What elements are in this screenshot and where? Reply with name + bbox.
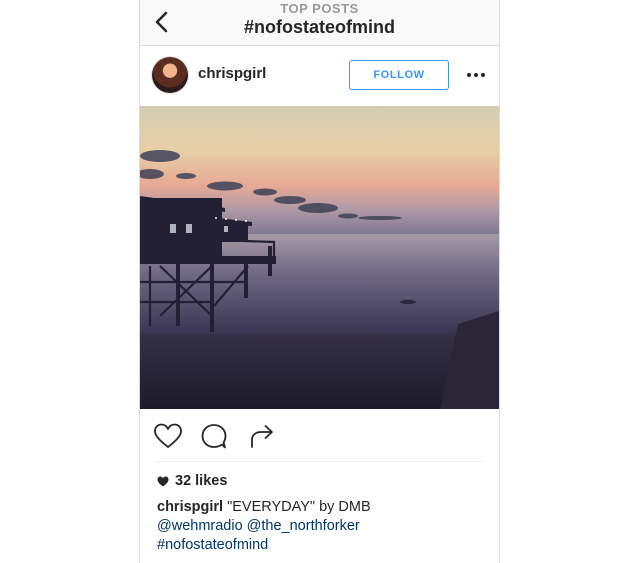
nav-subtitle: TOP POSTS: [280, 1, 359, 16]
post-username[interactable]: chrispgirl: [198, 65, 266, 82]
like-button[interactable]: [152, 420, 184, 452]
caption-username[interactable]: chrispgirl: [157, 499, 223, 515]
more-horizontal-icon: [467, 73, 485, 77]
mention-link[interactable]: @the_northforker: [247, 518, 360, 534]
likes-label: 32 likes: [175, 473, 228, 489]
likes-count[interactable]: 32 likes: [157, 473, 227, 489]
share-arrow-icon: [251, 425, 273, 448]
comment-button[interactable]: [198, 420, 230, 452]
post-actions: [140, 420, 499, 456]
nav-bar: TOP POSTS #nofostateofmind: [140, 0, 499, 46]
more-options-button[interactable]: [465, 64, 487, 86]
heart-outline-icon: [154, 423, 182, 448]
mention-link[interactable]: @wehmradio: [157, 518, 243, 534]
post-photo[interactable]: [140, 106, 499, 409]
hashtag-link[interactable]: #nofostateofmind: [157, 537, 268, 553]
follow-button[interactable]: FOLLOW: [349, 60, 449, 90]
post-header: chrispgirl FOLLOW: [140, 46, 499, 106]
post-screen: TOP POSTS #nofostateofmind chrispgirl FO…: [139, 0, 500, 563]
avatar[interactable]: [152, 57, 188, 93]
divider: [156, 461, 483, 462]
post-caption: chrispgirl "EVERYDAY" by DMB @wehmradio …: [157, 498, 487, 555]
caption-text: "EVERYDAY" by DMB: [227, 499, 371, 515]
page-title: #nofostateofmind: [244, 17, 395, 37]
share-button[interactable]: [246, 420, 278, 452]
heart-filled-icon: [157, 476, 169, 486]
comment-bubble-icon: [201, 424, 227, 449]
